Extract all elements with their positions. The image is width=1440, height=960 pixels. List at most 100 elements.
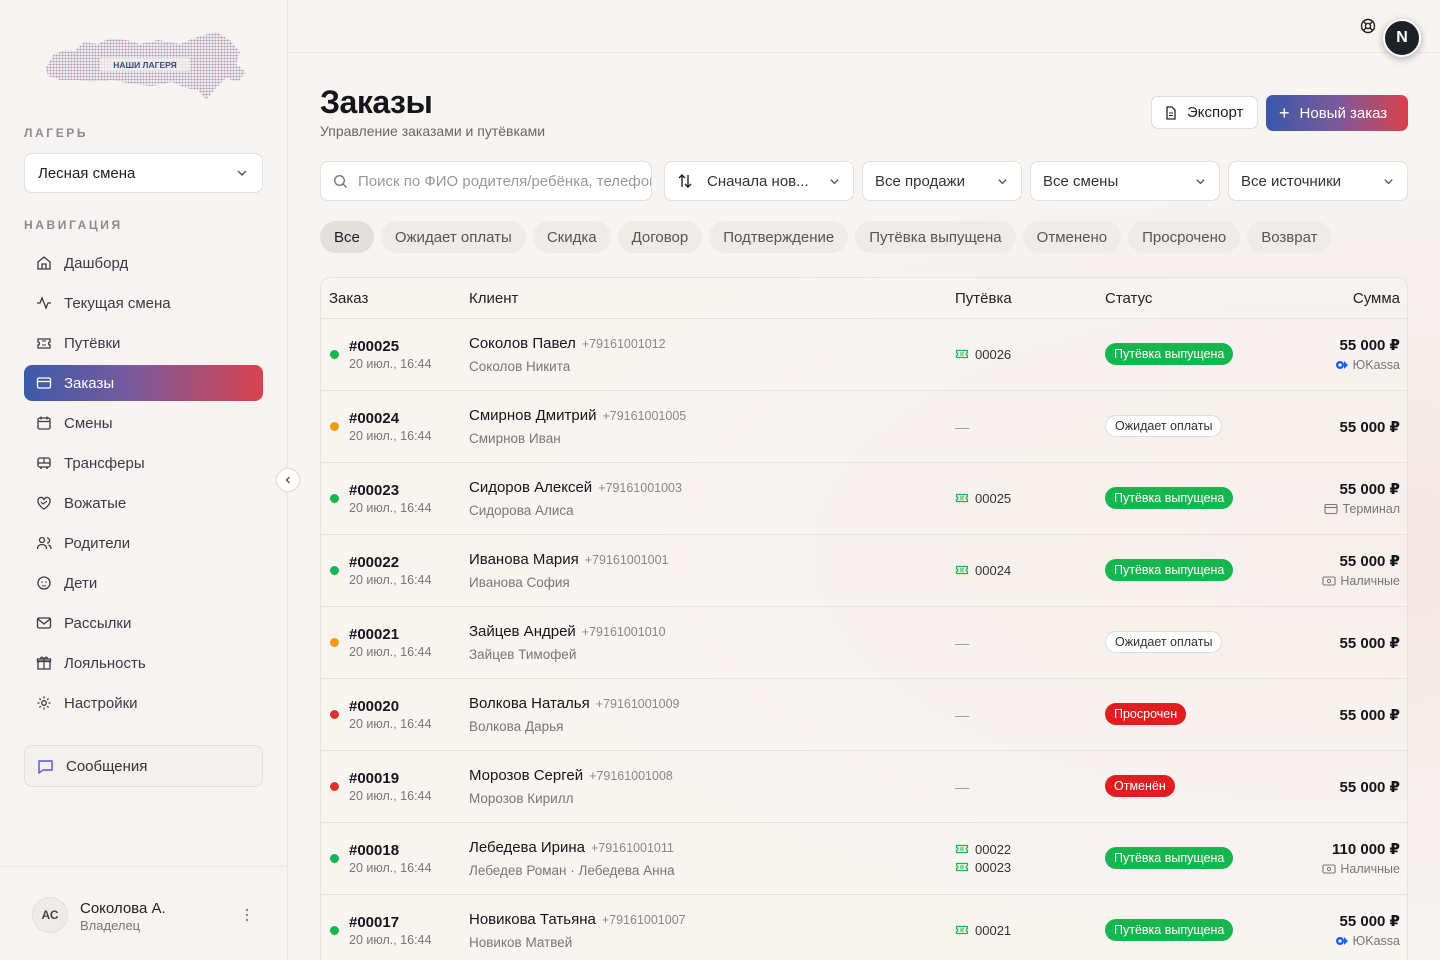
order-id[interactable]: #00022 [349, 554, 399, 571]
order-date: 20 июл., 16:44 [349, 429, 432, 443]
order-amount: 55 000 ₽ [1339, 635, 1400, 652]
chip-refund[interactable]: Возврат [1247, 221, 1332, 253]
ticket-icon [955, 493, 969, 503]
camp-logo[interactable]: НАШИ ЛАГЕРЯ [40, 30, 250, 104]
page-title: Заказы [320, 84, 433, 120]
column-header-amount[interactable]: Сумма [1353, 290, 1400, 307]
client-name[interactable]: Новикова Татьяна [469, 911, 596, 928]
children-names: Лебедев Роман · Лебедева Анна [469, 863, 675, 878]
sidebar-item-current-shift[interactable]: Текущая смена [24, 285, 263, 321]
chip-contract[interactable]: Договор [617, 221, 703, 253]
order-id[interactable]: #00019 [349, 770, 399, 787]
children-names: Иванова София [469, 575, 570, 590]
export-button[interactable]: Экспорт [1151, 96, 1258, 129]
sales-filter-value: Все продажи [875, 172, 965, 190]
chip-discount[interactable]: Скидка [532, 221, 611, 253]
sidebar-collapse-button[interactable] [276, 468, 300, 492]
sidebar-item-shifts[interactable]: Смены [24, 405, 263, 441]
sidebar-item-label: Рассылки [64, 614, 132, 632]
children-names: Соколов Никита [469, 359, 571, 374]
sidebar-item-orders[interactable]: Заказы [24, 365, 263, 401]
chip-confirmation[interactable]: Подтверждение [709, 221, 849, 253]
sidebar-item-mailings[interactable]: Рассылки [24, 605, 263, 641]
ticket-icon [955, 844, 969, 854]
sidebar-item-label: Заказы [64, 374, 115, 392]
order-id[interactable]: #00025 [349, 338, 399, 355]
table-row[interactable]: #00024 20 июл., 16:44 Смирнов Дмитрий +7916… [321, 391, 1407, 463]
children-names: Новиков Матвей [469, 935, 573, 950]
status-badge: Путёвка выпущена [1105, 343, 1234, 365]
account-avatar[interactable]: N [1383, 19, 1421, 57]
more-vertical-icon[interactable] [240, 905, 254, 925]
table-row[interactable]: #00025 20 июл., 16:44 Соколов Павел +791610… [321, 319, 1407, 391]
chip-cancelled[interactable]: Отменено [1022, 221, 1122, 253]
client-phone: +79161001008 [589, 769, 673, 783]
client-name[interactable]: Смирнов Дмитрий [469, 407, 596, 424]
client-name[interactable]: Морозов Сергей [469, 767, 583, 784]
voucher-item[interactable]: 00024 [955, 561, 1011, 579]
help-lifebuoy-icon[interactable] [1360, 18, 1376, 34]
client-name[interactable]: Волкова Наталья [469, 695, 590, 712]
sidebar-item-loyalty[interactable]: Лояльность [24, 645, 263, 681]
sidebar-item-settings[interactable]: Настройки [24, 685, 263, 721]
order-id[interactable]: #00023 [349, 482, 399, 499]
voucher-item[interactable]: 00023 [955, 858, 1011, 876]
client-name[interactable]: Иванова Мария [469, 551, 579, 568]
new-order-button[interactable]: + Новый заказ [1266, 95, 1408, 131]
column-header-status[interactable]: Статус [1105, 290, 1152, 307]
order-id[interactable]: #00024 [349, 410, 399, 427]
table-row[interactable]: #00023 20 июл., 16:44 Сидоров Алексей +7916… [321, 463, 1407, 535]
payment-label: Наличные [1340, 574, 1400, 588]
client-name[interactable]: Зайцев Андрей [469, 623, 576, 640]
voucher-item[interactable]: 00026 [955, 345, 1011, 363]
voucher-item[interactable]: 00022 [955, 840, 1011, 858]
terminal-card-icon [1324, 503, 1338, 515]
table-row[interactable]: #00021 20 июл., 16:44 Зайцев Андрей +791610… [321, 607, 1407, 679]
status-dot [330, 710, 339, 719]
order-date: 20 июл., 16:44 [349, 933, 432, 947]
column-header-voucher[interactable]: Путёвка [955, 290, 1012, 307]
table-row[interactable]: #00022 20 июл., 16:44 Иванова Мария +791610… [321, 535, 1407, 607]
client-name[interactable]: Лебедева Ирина [469, 839, 585, 856]
order-id[interactable]: #00021 [349, 626, 399, 643]
table-row[interactable]: #00019 20 июл., 16:44 Морозов Сергей +79161… [321, 751, 1407, 823]
client-name[interactable]: Соколов Павел [469, 335, 576, 352]
order-amount: 55 000 ₽ [1339, 779, 1400, 796]
sources-filter-select[interactable]: Все источники [1228, 161, 1408, 201]
user-card[interactable]: АС Соколова А. Владелец [0, 866, 288, 960]
sidebar-item-vouchers[interactable]: Путёвки [24, 325, 263, 361]
search-input[interactable]: Поиск по ФИО родителя/ребёнка, телефону [320, 161, 652, 201]
chevron-down-icon [1384, 178, 1393, 184]
sidebar-item-counselors[interactable]: Вожатые [24, 485, 263, 521]
shifts-filter-select[interactable]: Все смены [1030, 161, 1220, 201]
status-badge: Отменён [1105, 775, 1175, 797]
column-header-client[interactable]: Клиент [469, 290, 518, 307]
column-header-order[interactable]: Заказ [329, 290, 368, 307]
chip-all[interactable]: Все [320, 221, 374, 253]
order-id[interactable]: #00017 [349, 914, 399, 931]
status-dot [330, 422, 339, 431]
status-dot [330, 494, 339, 503]
chip-voucher-issued[interactable]: Путёвка выпущена [855, 221, 1016, 253]
client-name[interactable]: Сидоров Алексей [469, 479, 592, 496]
sidebar-item-parents[interactable]: Родители [24, 525, 263, 561]
chip-overdue[interactable]: Просрочено [1128, 221, 1241, 253]
table-row[interactable]: #00018 20 июл., 16:44 Лебедева Ирина +79161… [321, 823, 1407, 895]
sort-arrows-icon [678, 174, 692, 188]
order-date: 20 июл., 16:44 [349, 357, 432, 371]
voucher-item[interactable]: 00021 [955, 921, 1011, 939]
camp-select[interactable]: Лесная смена [24, 153, 263, 193]
sort-select[interactable]: Сначала нов... [664, 161, 854, 201]
chip-awaiting-payment[interactable]: Ожидает оплаты [380, 221, 526, 253]
order-id[interactable]: #00018 [349, 842, 399, 859]
messages-button[interactable]: Сообщения [24, 745, 263, 787]
sidebar-item-transfers[interactable]: Трансферы [24, 445, 263, 481]
calendar-icon [37, 416, 51, 430]
voucher-item[interactable]: 00025 [955, 489, 1011, 507]
table-row[interactable]: #00017 20 июл., 16:44 Новикова Татьяна +791… [321, 895, 1407, 960]
sidebar-item-dashboard[interactable]: Дашборд [24, 245, 263, 281]
table-row[interactable]: #00020 20 июл., 16:44 Волкова Наталья +7916… [321, 679, 1407, 751]
sidebar-item-children[interactable]: Дети [24, 565, 263, 601]
sales-filter-select[interactable]: Все продажи [862, 161, 1022, 201]
order-id[interactable]: #00020 [349, 698, 399, 715]
